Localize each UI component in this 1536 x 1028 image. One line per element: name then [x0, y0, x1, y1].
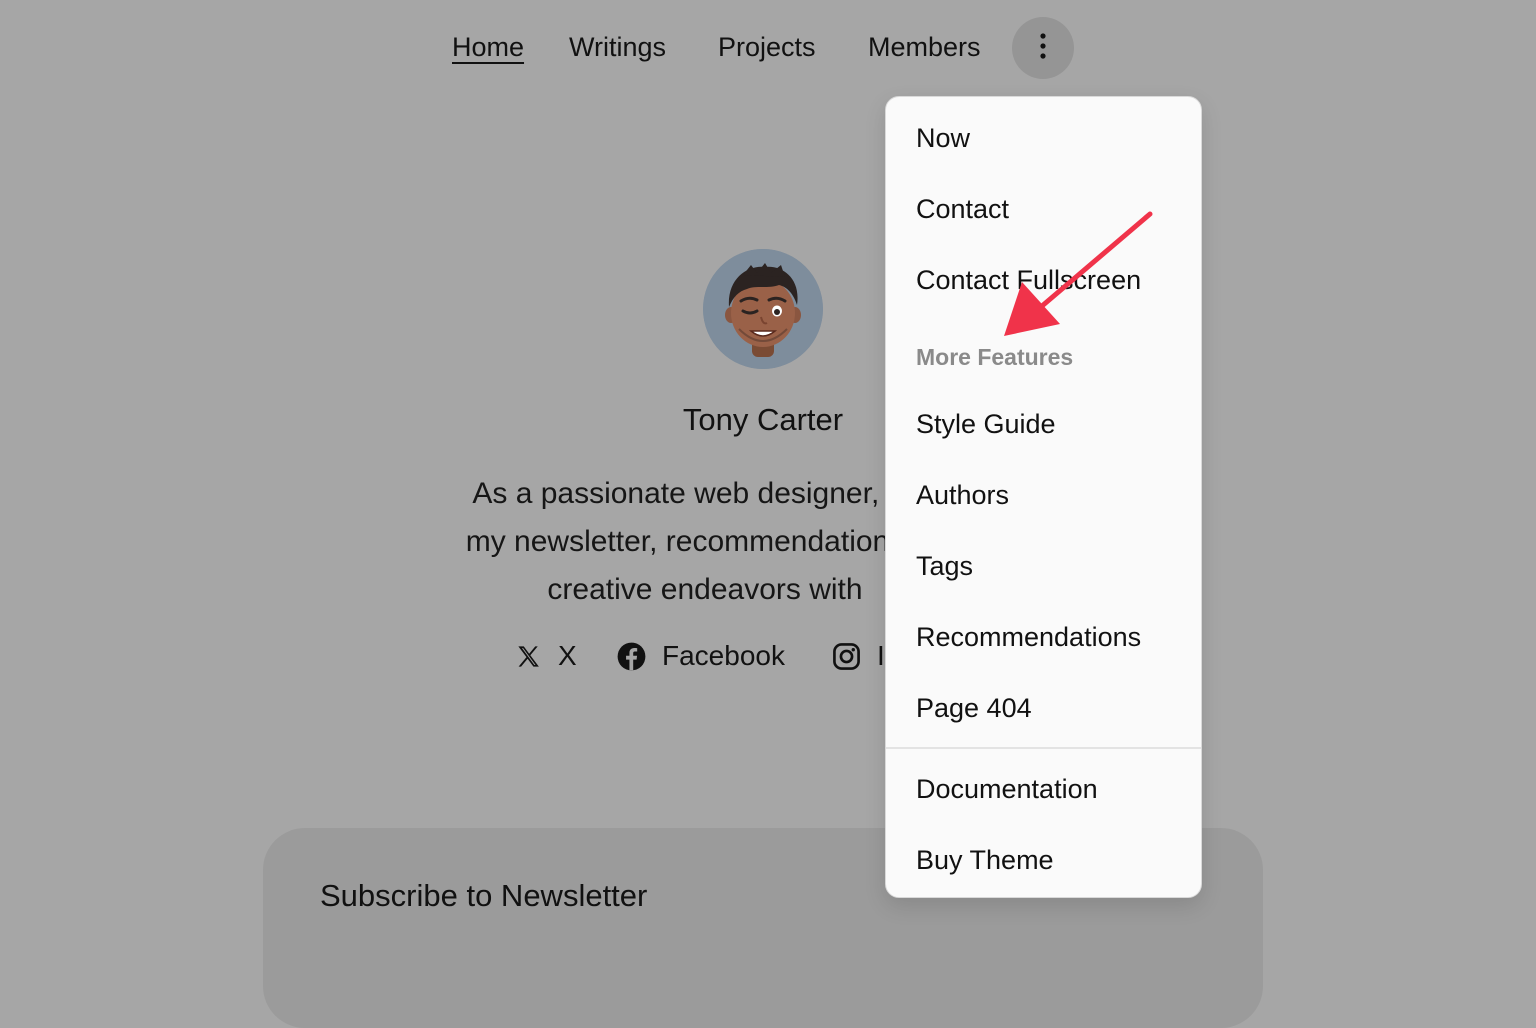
- social-label: I: [877, 640, 885, 671]
- author-name: Tony Carter: [682, 402, 844, 437]
- more-vertical-icon: [1040, 32, 1046, 64]
- menu-item-tags[interactable]: Tags: [916, 549, 973, 583]
- nav-link-projects[interactable]: Projects: [718, 30, 816, 64]
- menu-item-recommendations[interactable]: Recommendations: [916, 620, 1141, 654]
- menu-item-contact[interactable]: Contact: [916, 192, 1009, 226]
- social-label: Facebook: [662, 640, 785, 671]
- more-dropdown-menu: Now Contact Contact Fullscreen More Feat…: [885, 96, 1202, 898]
- x-logo-icon: [515, 643, 542, 670]
- menu-item-documentation[interactable]: Documentation: [916, 772, 1098, 806]
- menu-section-heading: More Features: [916, 344, 1074, 370]
- avatar: [703, 249, 823, 369]
- menu-item-page-404[interactable]: Page 404: [916, 691, 1032, 725]
- menu-item-contact-fullscreen[interactable]: Contact Fullscreen: [916, 263, 1141, 297]
- social-label: X: [558, 640, 577, 671]
- menu-item-authors[interactable]: Authors: [916, 478, 1009, 512]
- social-link-x[interactable]: X: [515, 636, 577, 676]
- instagram-icon: [832, 642, 861, 671]
- menu-divider: [886, 747, 1201, 749]
- more-menu-button[interactable]: [1012, 17, 1074, 79]
- nav-link-members[interactable]: Members: [868, 30, 981, 64]
- newsletter-title: Subscribe to Newsletter: [320, 878, 648, 913]
- social-link-facebook[interactable]: Facebook: [617, 636, 785, 676]
- nav-link-writings[interactable]: Writings: [569, 30, 666, 64]
- nav-link-home[interactable]: Home: [452, 30, 524, 64]
- menu-item-buy-theme[interactable]: Buy Theme: [916, 843, 1054, 877]
- menu-item-now[interactable]: Now: [916, 121, 970, 155]
- facebook-icon: [617, 642, 646, 671]
- menu-item-style-guide[interactable]: Style Guide: [916, 407, 1056, 441]
- main-nav: Home Writings Projects Members: [0, 17, 1536, 79]
- social-link-instagram[interactable]: I: [832, 636, 885, 676]
